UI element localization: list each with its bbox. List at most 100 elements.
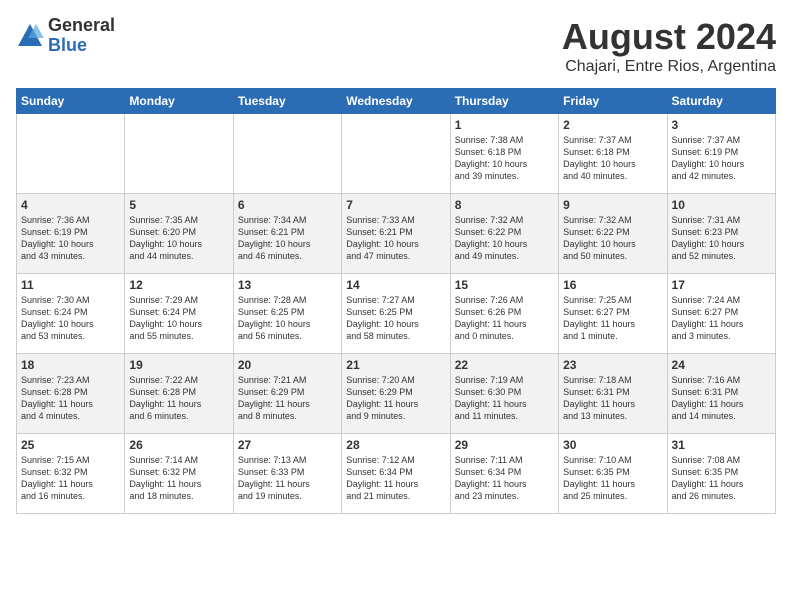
cell-content: Sunrise: 7:13 AM Sunset: 6:33 PM Dayligh… [238, 454, 337, 503]
day-number: 12 [129, 278, 228, 292]
calendar-cell: 2Sunrise: 7:37 AM Sunset: 6:18 PM Daylig… [559, 114, 667, 194]
day-number: 1 [455, 118, 554, 132]
calendar-cell: 9 Sunrise: 7:32 AM Sunset: 6:22 PM Daylig… [559, 194, 667, 274]
calendar-cell: 14Sunrise: 7:27 AM Sunset: 6:25 PM Dayli… [342, 274, 450, 354]
title-block: August 2024 Chajari, Entre Rios, Argenti… [562, 16, 776, 76]
logo-blue: Blue [48, 36, 115, 56]
calendar-cell: 12 Sunrise: 7:29 AM Sunset: 6:24 PM Dayli… [125, 274, 233, 354]
cell-content: Sunrise: 7:32 AM Sunset: 6:22 PM Dayligh… [563, 214, 662, 263]
cell-content: Sunrise: 7:34 AM Sunset: 6:21 PM Dayligh… [238, 214, 337, 263]
cell-content: Sunrise: 7:37 AM Sunset: 6:19 PM Dayligh… [672, 134, 771, 183]
day-number: 30 [563, 438, 662, 452]
calendar-cell [342, 114, 450, 194]
cell-content: Sunrise: 7:29 AM Sunset: 6:24 PM Dayligh… [129, 294, 228, 343]
weekday-header-wednesday: Wednesday [342, 89, 450, 114]
calendar-cell: 8Sunrise: 7:32 AM Sunset: 6:22 PM Daylig… [450, 194, 558, 274]
calendar-week-row: 11 Sunrise: 7:30 AM Sunset: 6:24 PM Dayli… [17, 274, 776, 354]
cell-content: Sunrise: 7:24 AM Sunset: 6:27 PM Dayligh… [672, 294, 771, 343]
cell-content: Sunrise: 7:26 AM Sunset: 6:26 PM Dayligh… [455, 294, 554, 343]
cell-content: Sunrise: 7:15 AM Sunset: 6:32 PM Dayligh… [21, 454, 120, 503]
cell-content: Sunrise: 7:10 AM Sunset: 6:35 PM Dayligh… [563, 454, 662, 503]
day-number: 23 [563, 358, 662, 372]
month-title: August 2024 [562, 16, 776, 58]
day-number: 17 [672, 278, 771, 292]
calendar-cell: 4Sunrise: 7:36 AM Sunset: 6:19 PM Daylig… [17, 194, 125, 274]
calendar-cell: 18 Sunrise: 7:23 AM Sunset: 6:28 PM Dayli… [17, 354, 125, 434]
calendar-cell: 5 Sunrise: 7:35 AM Sunset: 6:20 PM Daylig… [125, 194, 233, 274]
calendar-cell: 23 Sunrise: 7:18 AM Sunset: 6:31 PM Dayli… [559, 354, 667, 434]
cell-content: Sunrise: 7:31 AM Sunset: 6:23 PM Dayligh… [672, 214, 771, 263]
day-number: 31 [672, 438, 771, 452]
day-number: 6 [238, 198, 337, 212]
weekday-header-row: SundayMondayTuesdayWednesdayThursdayFrid… [17, 89, 776, 114]
logo-icon [16, 22, 44, 50]
calendar-cell: 24Sunrise: 7:16 AM Sunset: 6:31 PM Dayli… [667, 354, 775, 434]
calendar-cell: 21 Sunrise: 7:20 AM Sunset: 6:29 PM Dayli… [342, 354, 450, 434]
cell-content: Sunrise: 7:22 AM Sunset: 6:28 PM Dayligh… [129, 374, 228, 423]
calendar-cell: 19 Sunrise: 7:22 AM Sunset: 6:28 PM Dayli… [125, 354, 233, 434]
calendar-cell: 7Sunrise: 7:33 AM Sunset: 6:21 PM Daylig… [342, 194, 450, 274]
calendar-cell: 16Sunrise: 7:25 AM Sunset: 6:27 PM Dayli… [559, 274, 667, 354]
day-number: 16 [563, 278, 662, 292]
calendar-week-row: 4Sunrise: 7:36 AM Sunset: 6:19 PM Daylig… [17, 194, 776, 274]
day-number: 5 [129, 198, 228, 212]
calendar-cell: 13Sunrise: 7:28 AM Sunset: 6:25 PM Dayli… [233, 274, 341, 354]
weekday-header-thursday: Thursday [450, 89, 558, 114]
cell-content: Sunrise: 7:11 AM Sunset: 6:34 PM Dayligh… [455, 454, 554, 503]
logo-general: General [48, 16, 115, 36]
day-number: 15 [455, 278, 554, 292]
weekday-header-sunday: Sunday [17, 89, 125, 114]
weekday-header-saturday: Saturday [667, 89, 775, 114]
logo-text: General Blue [48, 16, 115, 56]
calendar-cell: 29 Sunrise: 7:11 AM Sunset: 6:34 PM Dayli… [450, 434, 558, 514]
day-number: 3 [672, 118, 771, 132]
cell-content: Sunrise: 7:18 AM Sunset: 6:31 PM Dayligh… [563, 374, 662, 423]
calendar-cell [233, 114, 341, 194]
calendar-cell: 10 Sunrise: 7:31 AM Sunset: 6:23 PM Dayli… [667, 194, 775, 274]
location-subtitle: Chajari, Entre Rios, Argentina [562, 58, 776, 76]
weekday-header-friday: Friday [559, 89, 667, 114]
cell-content: Sunrise: 7:08 AM Sunset: 6:35 PM Dayligh… [672, 454, 771, 503]
cell-content: Sunrise: 7:23 AM Sunset: 6:28 PM Dayligh… [21, 374, 120, 423]
calendar-cell: 22 Sunrise: 7:19 AM Sunset: 6:30 PM Dayli… [450, 354, 558, 434]
calendar-cell: 6 Sunrise: 7:34 AM Sunset: 6:21 PM Daylig… [233, 194, 341, 274]
calendar-cell: 31 Sunrise: 7:08 AM Sunset: 6:35 PM Dayli… [667, 434, 775, 514]
cell-content: Sunrise: 7:38 AM Sunset: 6:18 PM Dayligh… [455, 134, 554, 183]
logo: General Blue [16, 16, 115, 56]
calendar-cell: 20Sunrise: 7:21 AM Sunset: 6:29 PM Dayli… [233, 354, 341, 434]
day-number: 28 [346, 438, 445, 452]
calendar-cell: 3 Sunrise: 7:37 AM Sunset: 6:19 PM Daylig… [667, 114, 775, 194]
cell-content: Sunrise: 7:19 AM Sunset: 6:30 PM Dayligh… [455, 374, 554, 423]
day-number: 26 [129, 438, 228, 452]
calendar-cell: 17 Sunrise: 7:24 AM Sunset: 6:27 PM Dayli… [667, 274, 775, 354]
day-number: 18 [21, 358, 120, 372]
page-header: General Blue August 2024 Chajari, Entre … [16, 16, 776, 76]
day-number: 11 [21, 278, 120, 292]
calendar-cell: 27 Sunrise: 7:13 AM Sunset: 6:33 PM Dayli… [233, 434, 341, 514]
cell-content: Sunrise: 7:21 AM Sunset: 6:29 PM Dayligh… [238, 374, 337, 423]
cell-content: Sunrise: 7:32 AM Sunset: 6:22 PM Dayligh… [455, 214, 554, 263]
calendar-cell: 11 Sunrise: 7:30 AM Sunset: 6:24 PM Dayli… [17, 274, 125, 354]
cell-content: Sunrise: 7:30 AM Sunset: 6:24 PM Dayligh… [21, 294, 120, 343]
day-number: 29 [455, 438, 554, 452]
cell-content: Sunrise: 7:37 AM Sunset: 6:18 PM Dayligh… [563, 134, 662, 183]
day-number: 9 [563, 198, 662, 212]
calendar-cell: 25 Sunrise: 7:15 AM Sunset: 6:32 PM Dayli… [17, 434, 125, 514]
day-number: 19 [129, 358, 228, 372]
cell-content: Sunrise: 7:28 AM Sunset: 6:25 PM Dayligh… [238, 294, 337, 343]
day-number: 22 [455, 358, 554, 372]
calendar-week-row: 18 Sunrise: 7:23 AM Sunset: 6:28 PM Dayli… [17, 354, 776, 434]
calendar-week-row: 25 Sunrise: 7:15 AM Sunset: 6:32 PM Dayli… [17, 434, 776, 514]
cell-content: Sunrise: 7:36 AM Sunset: 6:19 PM Dayligh… [21, 214, 120, 263]
cell-content: Sunrise: 7:12 AM Sunset: 6:34 PM Dayligh… [346, 454, 445, 503]
day-number: 25 [21, 438, 120, 452]
weekday-header-monday: Monday [125, 89, 233, 114]
cell-content: Sunrise: 7:35 AM Sunset: 6:20 PM Dayligh… [129, 214, 228, 263]
day-number: 21 [346, 358, 445, 372]
day-number: 10 [672, 198, 771, 212]
day-number: 27 [238, 438, 337, 452]
weekday-header-tuesday: Tuesday [233, 89, 341, 114]
day-number: 24 [672, 358, 771, 372]
calendar-cell: 26Sunrise: 7:14 AM Sunset: 6:32 PM Dayli… [125, 434, 233, 514]
cell-content: Sunrise: 7:20 AM Sunset: 6:29 PM Dayligh… [346, 374, 445, 423]
